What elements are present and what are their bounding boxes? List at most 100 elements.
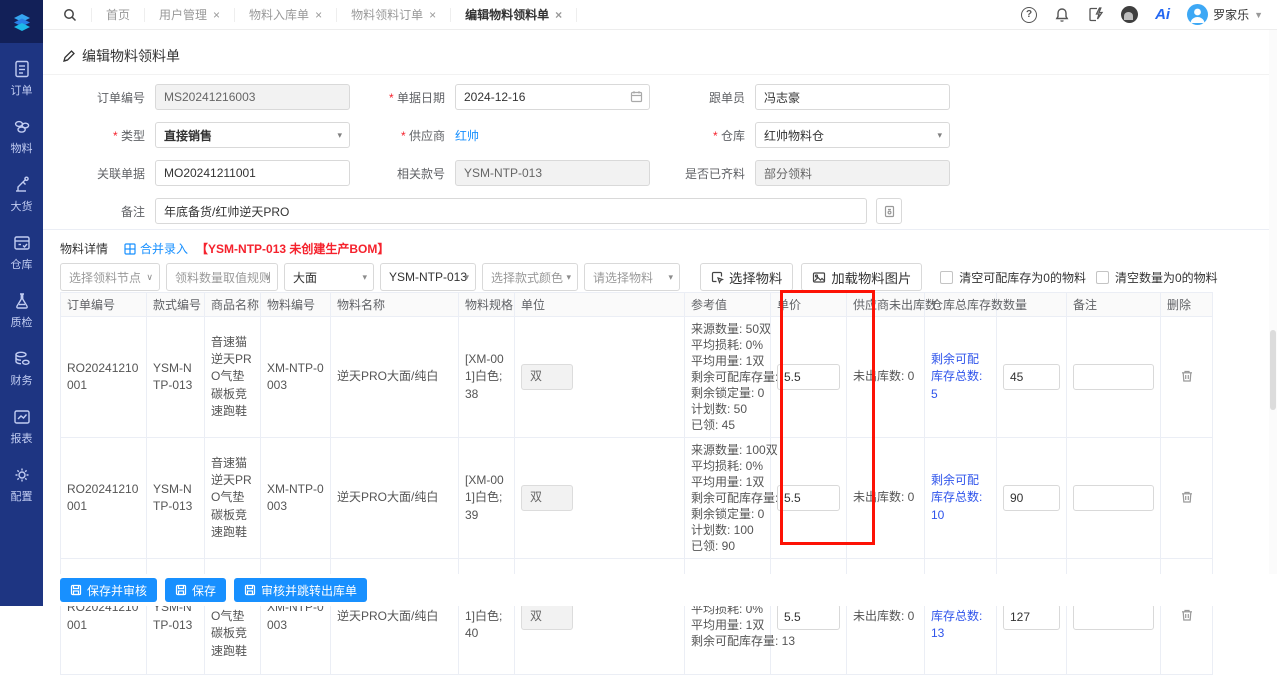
tab-user-management[interactable]: 用户管理 × (145, 7, 236, 22)
save-icon (175, 584, 187, 596)
warehouse-stock-link[interactable]: 剩余可配库存总数: 5 (931, 352, 982, 401)
cell-order-no: RO20241210001 (60, 437, 147, 559)
delete-row-button[interactable] (1180, 490, 1194, 507)
sidebar-item-finance[interactable]: 财务 (11, 349, 33, 388)
tab-material-inbound[interactable]: 物料入库单 × (235, 7, 338, 22)
tab-label: 物料入库单 (249, 8, 310, 22)
qty-input[interactable] (1003, 364, 1060, 390)
doc-date-field[interactable] (455, 84, 650, 110)
help-icon[interactable]: ? (1021, 6, 1038, 23)
logo-icon (13, 13, 30, 31)
save-and-approve-button[interactable]: 保存并审核 (60, 578, 158, 602)
avatar (1187, 4, 1209, 25)
ai-logo[interactable]: Ai (1155, 6, 1170, 23)
unit-price-input[interactable] (777, 485, 840, 511)
remark-template-button[interactable] (876, 198, 902, 224)
merchandiser-field[interactable] (755, 84, 950, 110)
row-remark-input[interactable] (1073, 603, 1154, 630)
select-box-icon (711, 271, 724, 284)
remark-field[interactable] (155, 198, 867, 224)
tab-home[interactable]: 首页 (92, 7, 146, 22)
sidebar-item-quality[interactable]: 质检 (11, 291, 33, 330)
material-select[interactable]: 请选择物料 ▾ (584, 263, 680, 291)
scrollbar-thumb[interactable] (1270, 330, 1276, 410)
theme-avatar-icon[interactable] (1121, 6, 1139, 23)
close-icon[interactable]: × (429, 9, 436, 21)
warehouse-stock-link[interactable]: 剩余可配库存总数: 10 (931, 473, 982, 522)
col-warehouse-stock: 仓库总库存数 (924, 292, 1003, 317)
clear-zero-stock-checkbox[interactable]: 清空可配库存为0的物料 (940, 269, 1086, 286)
document-icon (884, 205, 894, 217)
load-material-images-button[interactable]: 加载物料图片 (801, 263, 923, 291)
tab-material-requisition-order[interactable]: 物料领料订单 × (337, 7, 452, 22)
chevron-down-icon: ▾ (566, 271, 571, 282)
sidebar-item-orders[interactable]: 订单 (11, 59, 33, 98)
close-icon[interactable]: × (315, 9, 322, 21)
sidebar-item-materials[interactable]: 物料 (11, 117, 33, 156)
cell-supplier-pending: 未出库数: 0 (846, 437, 925, 559)
clear-zero-qty-checkbox[interactable]: 清空数量为0的物料 (1095, 269, 1218, 286)
close-icon[interactable]: × (555, 9, 562, 21)
delete-row-button[interactable] (1180, 608, 1194, 625)
app-logo[interactable] (0, 0, 43, 43)
quantity-rule-select[interactable]: 领料数量取值规则 ∨ (166, 263, 278, 291)
tab-label: 首页 (106, 8, 131, 22)
sidebar-item-label: 物料 (10, 143, 33, 155)
bell-icon[interactable] (1054, 7, 1070, 23)
col-order-no: 订单编号 (60, 292, 147, 317)
row-remark-input[interactable] (1073, 364, 1154, 390)
col-qty: 数量 (996, 292, 1067, 317)
approve-and-jump-outbound-button[interactable]: 审核并跳转出库单 (234, 578, 368, 602)
cell-material-no: XM-NTP-0003 (260, 316, 331, 438)
select-material-button[interactable]: 选择物料 (700, 263, 794, 291)
search-icon[interactable] (63, 8, 77, 22)
button-label: 审核并跳转出库单 (261, 583, 358, 598)
chevron-down-icon: ▼ (1254, 9, 1263, 20)
remark-label: 备注 (120, 204, 145, 219)
sidebar-item-bulk-goods[interactable]: 大货 (11, 175, 33, 214)
save-button[interactable]: 保存 (165, 578, 227, 602)
unit-price-input[interactable] (777, 603, 840, 630)
col-remark: 备注 (1066, 292, 1161, 317)
scrollbar[interactable] (1269, 30, 1277, 606)
sidebar-item-settings[interactable]: 配置 (11, 465, 33, 504)
merge-entry-link[interactable]: 合并录入 (124, 240, 188, 257)
table-row: RO20241210001 YSM-NTP-013 音速猫逆天PRO气垫碳板竞速… (60, 316, 1213, 438)
close-icon[interactable]: × (213, 9, 220, 21)
delete-row-button[interactable] (1180, 369, 1194, 386)
calendar-icon[interactable] (630, 90, 643, 103)
supplier-link[interactable]: 红帅 (455, 129, 479, 143)
button-label: 保存 (192, 583, 217, 598)
tab-edit-material-requisition[interactable]: 编辑物料领料单 × (451, 7, 578, 22)
bulk-goods-icon (15, 176, 29, 192)
sidebar-item-reports[interactable]: 报表 (11, 407, 33, 446)
cell-material-no: XM-NTP-0003 (260, 437, 331, 559)
checkbox-icon[interactable] (1095, 270, 1109, 284)
order-no-field (155, 84, 350, 110)
related-style-field (455, 160, 650, 186)
chevron-down-icon: ▾ (337, 130, 342, 140)
style-no-select[interactable]: YSM-NTP-013 ▾ (380, 263, 476, 291)
sidebar-item-warehouse[interactable]: 仓库 (11, 233, 33, 272)
unit-field: 双 (521, 364, 573, 390)
qty-input[interactable] (1003, 603, 1060, 630)
checkbox-icon[interactable] (940, 270, 954, 284)
unit-price-input[interactable] (777, 364, 840, 390)
user-menu[interactable]: 罗家乐 ▼ (1187, 4, 1263, 25)
quick-actions-icon[interactable] (1087, 6, 1104, 23)
trash-icon (1181, 491, 1192, 503)
type-select[interactable] (155, 122, 350, 148)
row-remark-input[interactable] (1073, 485, 1154, 511)
page-title: 编辑物料领料单 (62, 46, 180, 66)
material-part-select[interactable]: 大面 ▾ (284, 263, 374, 291)
quality-icon (15, 293, 28, 309)
chevron-down-icon: ∨ (264, 271, 271, 282)
chevron-down-icon: ∨ (146, 271, 153, 282)
qty-input[interactable] (1003, 485, 1060, 511)
related-doc-field[interactable] (155, 160, 350, 186)
select-value: 大面 (293, 270, 318, 285)
requisition-node-select[interactable]: 选择领料节点 ∨ (60, 263, 160, 291)
trash-icon (1181, 609, 1192, 621)
style-color-select[interactable]: 选择款式颜色 ▾ (482, 263, 578, 291)
warehouse-select[interactable] (755, 122, 950, 148)
